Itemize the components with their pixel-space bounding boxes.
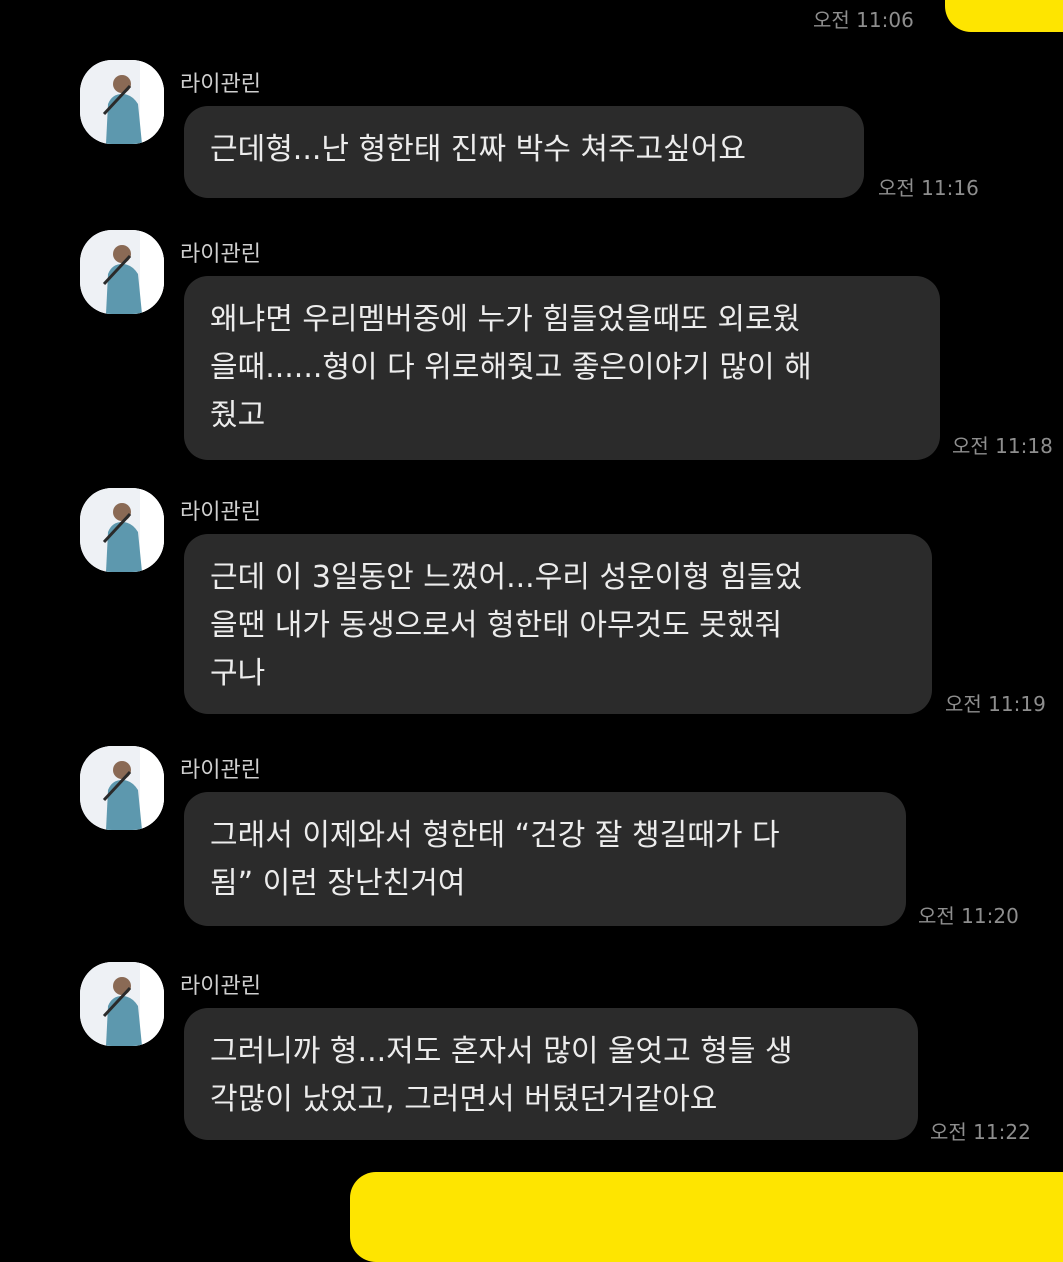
sender-name: 라이관린: [180, 242, 261, 267]
avatar[interactable]: [80, 60, 164, 144]
message-timestamp: 오전 11:19: [945, 692, 1046, 716]
sender-name: 라이관린: [180, 500, 261, 525]
message-bubble[interactable]: 근데 이 3일동안 느꼈어...우리 성운이형 힘들었 을땐 내가 동생으로서 …: [184, 534, 932, 714]
profile-photo-icon: [80, 746, 164, 830]
avatar[interactable]: [80, 488, 164, 572]
profile-photo-icon: [80, 488, 164, 572]
message-timestamp: 오전 11:16: [878, 176, 979, 200]
message-bubble[interactable]: 왜냐면 우리멤버중에 누가 힘들었을때또 외로웠 을때......형이 다 위로…: [184, 276, 940, 460]
sender-name: 라이관린: [180, 758, 261, 783]
profile-photo-icon: [80, 230, 164, 314]
message-timestamp: 오전 11:20: [918, 904, 1019, 928]
message-bubble[interactable]: 그러니까 형...저도 혼자서 많이 울엇고 형들 생 각많이 났었고, 그러면…: [184, 1008, 918, 1140]
outgoing-message-bubble[interactable]: [350, 1172, 1063, 1262]
message-timestamp: 오전 11:18: [952, 434, 1053, 458]
message-timestamp: 오전 11:22: [930, 1120, 1031, 1144]
avatar[interactable]: [80, 746, 164, 830]
avatar[interactable]: [80, 230, 164, 314]
message-bubble[interactable]: 그래서 이제와서 형한태 “건강 잘 챙길때가 다 됨” 이런 장난친거여: [184, 792, 906, 926]
avatar[interactable]: [80, 962, 164, 1046]
outgoing-message-bubble[interactable]: [945, 0, 1063, 32]
profile-photo-icon: [80, 60, 164, 144]
profile-photo-icon: [80, 962, 164, 1046]
sender-name: 라이관린: [180, 974, 261, 999]
message-timestamp: 오전 11:06: [813, 8, 914, 32]
sender-name: 라이관린: [180, 72, 261, 97]
message-bubble[interactable]: 근데형...난 형한태 진짜 박수 쳐주고싶어요: [184, 106, 864, 198]
